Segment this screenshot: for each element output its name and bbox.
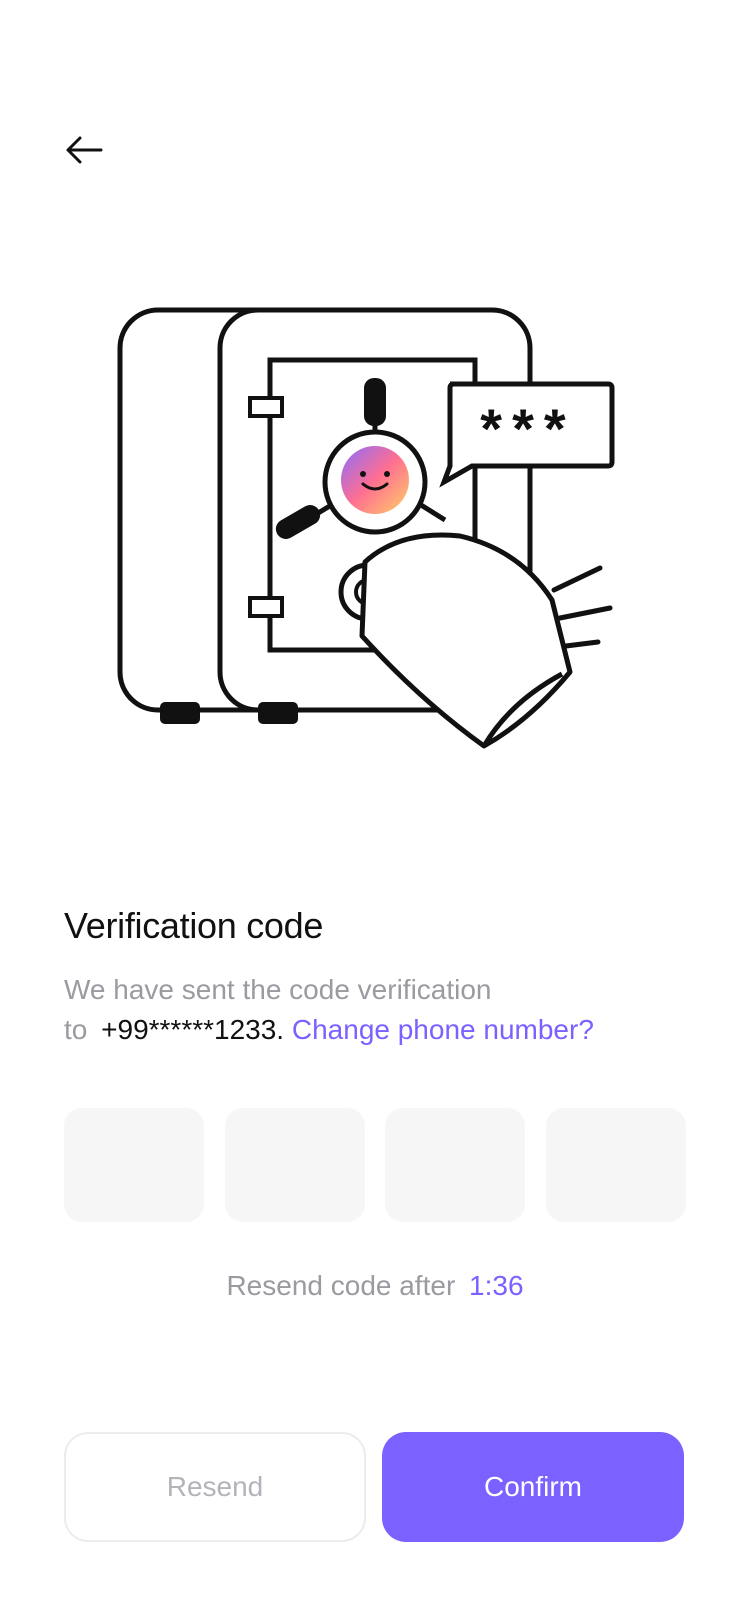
otp-digit-1[interactable] [64,1108,204,1222]
confirm-button[interactable]: Confirm [382,1432,684,1542]
subtitle-line-2: to +99******1233. Change phone number? [64,1010,704,1050]
otp-input-group [64,1108,686,1222]
subtitle-to: to [64,1014,88,1045]
resend-timer: Resend code after 1:36 [0,1270,750,1302]
verification-subtitle: We have sent the code verification to +9… [64,970,704,1050]
arrow-left-icon [66,136,103,164]
resend-timer-countdown: 1:36 [469,1270,524,1301]
safe-illustration: *** [100,300,640,780]
otp-digit-4[interactable] [545,1108,686,1222]
svg-text:***: *** [480,397,575,460]
resend-timer-label: Resend code after [226,1270,456,1301]
back-button[interactable] [62,128,106,172]
change-phone-link[interactable]: Change phone number? [292,1014,594,1045]
resend-button[interactable]: Resend [64,1432,366,1542]
otp-digit-3[interactable] [385,1108,526,1222]
subtitle-line-1: We have sent the code verification [64,974,492,1005]
safe-with-hand-icon: *** [117,307,615,749]
page-title: Verification code [64,905,324,946]
masked-phone-number: +99******1233. [101,1014,285,1045]
otp-digit-2[interactable] [224,1108,365,1222]
